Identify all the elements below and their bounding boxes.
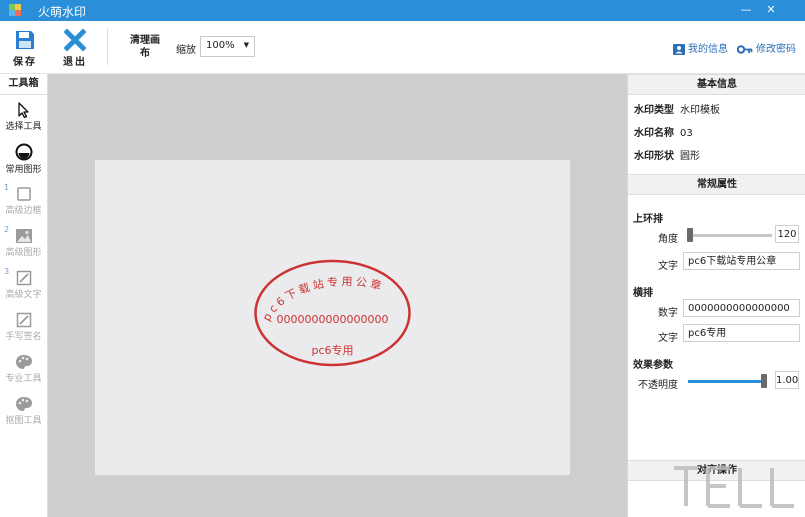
save-icon [16, 31, 34, 49]
upper-ring-title: 上环排 [633, 214, 663, 225]
border-icon [16, 187, 31, 201]
palette-icon [15, 355, 32, 369]
select-tool[interactable]: 选择工具 [0, 102, 47, 132]
toolbar-divider [107, 29, 108, 65]
close-x-icon [64, 29, 86, 51]
horizontal-text-label: 文字 [658, 333, 678, 344]
text-edit-icon [16, 270, 31, 286]
common-shapes-tool[interactable]: 常用图形 [0, 143, 47, 175]
watermark-shape-row: 水印形状 圆形 [634, 147, 700, 162]
zoom-select[interactable]: 100% ▼ [200, 36, 255, 57]
angle-slider[interactable] [687, 228, 772, 242]
cursor-icon [17, 102, 29, 118]
signature-tool[interactable]: 手写签名 [0, 312, 47, 342]
number-label: 数字 [658, 308, 678, 319]
step-number: 2 [4, 225, 10, 234]
watermark-name-value: 03 [680, 128, 693, 139]
app-logo-icon [9, 4, 21, 16]
watermark-type-row: 水印类型 水印模板 [634, 101, 720, 116]
change-password-label: 修改密码 [756, 44, 796, 55]
basic-info-header: 基本信息 [628, 74, 805, 95]
zoom-value: 100% [206, 40, 235, 51]
general-props-header: 常规属性 [628, 174, 805, 195]
effect-title: 效果参数 [633, 360, 673, 371]
exit-button[interactable]: 退出 [58, 29, 92, 68]
watermark-type-value: 水印模板 [680, 105, 720, 116]
zoom-label: 缩放 [176, 45, 196, 56]
close-window-button[interactable]: ✕ [762, 2, 780, 18]
stamp-watermark[interactable]: pc6下载站专用公章 0000000000000000 pc6专用 [95, 160, 570, 475]
minimize-button[interactable]: — [737, 2, 755, 18]
save-button[interactable]: 保存 [8, 29, 42, 68]
angle-slider-handle[interactable] [687, 228, 693, 242]
common-shapes-label: 常用图形 [5, 165, 42, 175]
opacity-slider-handle[interactable] [761, 374, 767, 388]
angle-label: 角度 [658, 234, 678, 245]
exit-label: 退出 [63, 57, 87, 68]
stamp-number-text: 0000000000000000 [277, 313, 389, 326]
pen-icon [16, 312, 31, 328]
advanced-border-label: 高级边框 [5, 206, 42, 216]
my-info-label: 我的信息 [688, 44, 728, 55]
pro-tools-label: 专业工具 [5, 374, 42, 384]
step-number: 1 [4, 183, 10, 192]
upper-text-input[interactable]: pc6下载站专用公章 [683, 252, 800, 270]
select-tool-label: 选择工具 [5, 122, 42, 132]
palette-icon [15, 397, 32, 411]
cutout-tool[interactable]: 抠图工具 [0, 396, 47, 426]
opacity-input[interactable]: 1.00 [775, 371, 799, 389]
step-number: 3 [4, 267, 10, 276]
id-card-icon [673, 43, 685, 55]
number-input[interactable]: 0000000000000000 [683, 299, 800, 317]
signature-label: 手写签名 [5, 332, 42, 342]
horizontal-text-input[interactable]: pc6专用 [683, 324, 800, 342]
watermark-type-label: 水印类型 [634, 105, 674, 116]
watermark-name-label: 水印名称 [634, 128, 674, 139]
horizontal-title: 横排 [633, 288, 653, 299]
clear-canvas-button[interactable]: 清理画布 [130, 34, 160, 60]
my-info-link[interactable]: 我的信息 [673, 40, 728, 55]
watermark-shape-label: 水印形状 [634, 151, 674, 162]
toolbox-title: 工具箱 [0, 74, 47, 95]
watermark-shape-value: 圆形 [680, 151, 700, 162]
change-password-link[interactable]: 修改密码 [736, 40, 796, 55]
properties-panel: 基本信息 水印类型 水印模板 水印名称 03 水印形状 圆形 常规属性 上环排 角度 … [627, 74, 805, 517]
pro-tools[interactable]: 专业工具 [0, 354, 47, 384]
opacity-slider[interactable] [688, 374, 767, 388]
window-title: 火萌水印 [38, 5, 87, 19]
toolbox-panel: 工具箱 选择工具 常用图形 1 高级边框 2 高级图形 3 高级文字 手写签名 … [0, 74, 48, 517]
workspace: pc6下载站专用公章 0000000000000000 pc6专用 [48, 74, 627, 517]
chevron-down-icon: ▼ [243, 41, 249, 49]
advanced-image-label: 高级图形 [5, 248, 42, 258]
opacity-label: 不透明度 [638, 380, 678, 391]
circle-shape-icon [15, 143, 32, 161]
advanced-text-tool[interactable]: 3 高级文字 [0, 267, 47, 300]
title-bar: 火萌水印 — ✕ [0, 0, 805, 21]
upper-text-label: 文字 [658, 261, 678, 272]
key-icon [736, 44, 753, 54]
save-label: 保存 [13, 57, 37, 68]
watermark-name-row: 水印名称 03 [634, 124, 693, 139]
advanced-text-label: 高级文字 [5, 290, 42, 300]
design-canvas[interactable]: pc6下载站专用公章 0000000000000000 pc6专用 [95, 160, 570, 475]
cutout-tool-label: 抠图工具 [5, 416, 42, 426]
image-icon [15, 229, 32, 243]
site-watermark-logo [674, 466, 794, 508]
angle-input[interactable]: 120 [775, 225, 799, 243]
stamp-bottom-text: pc6专用 [311, 343, 353, 357]
main-toolbar: 保存 退出 清理画布 缩放 100% ▼ 我的信息 修改密码 [0, 21, 805, 74]
advanced-image-tool[interactable]: 2 高级图形 [0, 225, 47, 258]
advanced-border-tool[interactable]: 1 高级边框 [0, 183, 47, 216]
